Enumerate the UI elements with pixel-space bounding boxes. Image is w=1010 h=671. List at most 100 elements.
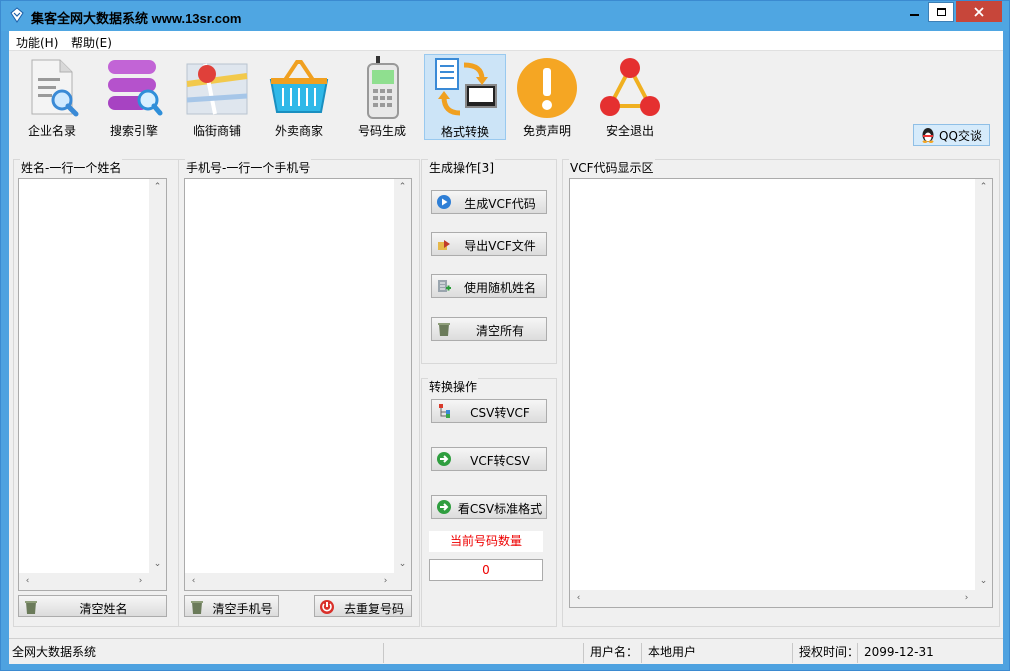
scroll-down-icon[interactable]: ⌄ bbox=[975, 573, 992, 590]
title-bar[interactable]: 集客全网大数据系统 www.13sr.com bbox=[1, 1, 1009, 31]
trash-icon bbox=[25, 601, 37, 614]
arrow-right-icon bbox=[437, 500, 451, 514]
list-add-icon bbox=[438, 280, 451, 292]
scroll-down-icon[interactable]: ⌄ bbox=[149, 556, 166, 573]
phones-panel-title: 手机号-一行一个手机号 bbox=[185, 159, 312, 176]
csv-to-vcf-button[interactable]: CSV转VCF bbox=[431, 399, 547, 423]
minimize-icon bbox=[909, 13, 919, 16]
qq-chat-button[interactable]: QQ交谈 bbox=[913, 124, 990, 146]
document-search-icon bbox=[31, 59, 79, 117]
trash-icon bbox=[191, 601, 203, 614]
tool-label: 安全退出 bbox=[605, 124, 654, 138]
tool-format-convert[interactable]: 格式转换 bbox=[424, 54, 506, 140]
database-search-icon bbox=[108, 60, 163, 116]
vcf-vertical-scrollbar[interactable]: ⌃ ⌄ bbox=[975, 179, 992, 590]
scroll-corner bbox=[975, 590, 992, 607]
names-horizontal-scrollbar[interactable]: ‹ › bbox=[19, 573, 149, 590]
number-count-value: 0 bbox=[429, 559, 543, 581]
dedupe-phones-button[interactable]: 去重复号码 bbox=[314, 595, 412, 617]
export-vcf-button[interactable]: 导出VCF文件 bbox=[431, 232, 547, 256]
tool-search-engine[interactable]: 搜索引擎 bbox=[93, 54, 175, 140]
status-user-value: 本地用户 bbox=[641, 643, 696, 663]
toolbar: 企业名录 搜索引擎 临街商铺 外卖商家 号码生成 格式转换 免责声明 安全退出 bbox=[9, 51, 1003, 151]
names-textarea[interactable]: ⌃ ⌄ ‹ › bbox=[18, 178, 167, 591]
scroll-up-icon[interactable]: ⌃ bbox=[975, 179, 992, 196]
names-vertical-scrollbar[interactable]: ⌃ ⌄ bbox=[149, 179, 166, 573]
power-icon bbox=[320, 600, 334, 614]
tool-number-generator[interactable]: 号码生成 bbox=[341, 54, 423, 140]
app-logo-icon bbox=[10, 7, 24, 23]
window-title: 集客全网大数据系统 www.13sr.com bbox=[31, 11, 242, 26]
close-button[interactable] bbox=[956, 1, 1002, 22]
csv-to-vcf-label: CSV转VCF bbox=[470, 406, 530, 420]
map-pin-icon bbox=[186, 63, 248, 115]
vcf-code-textarea[interactable]: ⌃ ⌄ ‹ › bbox=[569, 178, 993, 608]
generate-vcf-button[interactable]: 生成VCF代码 bbox=[431, 190, 547, 214]
tool-exit[interactable]: 安全退出 bbox=[589, 54, 671, 140]
status-user-label: 用户名： bbox=[583, 643, 638, 663]
scroll-corner bbox=[394, 573, 411, 590]
number-count-label: 当前号码数量 bbox=[429, 531, 543, 552]
tool-disclaimer[interactable]: 免责声明 bbox=[506, 54, 588, 140]
export-icon bbox=[438, 240, 450, 250]
names-panel: 姓名-一行一个姓名 ⌃ ⌄ ‹ › 清空姓名 bbox=[13, 159, 180, 627]
scroll-up-icon[interactable]: ⌃ bbox=[149, 179, 166, 196]
tool-street-shops[interactable]: 临街商铺 bbox=[176, 54, 258, 140]
qq-penguin-icon bbox=[922, 128, 934, 143]
trash-icon bbox=[438, 323, 450, 336]
clear-all-button[interactable]: 清空所有 bbox=[431, 317, 547, 341]
scroll-left-icon[interactable]: ‹ bbox=[185, 573, 202, 590]
tool-label: 号码生成 bbox=[357, 124, 406, 138]
clear-names-button[interactable]: 清空姓名 bbox=[18, 595, 167, 617]
tool-label: 免责声明 bbox=[522, 124, 571, 138]
tool-label: 搜索引擎 bbox=[109, 124, 158, 138]
tree-icon bbox=[439, 404, 450, 418]
tool-company-directory[interactable]: 企业名录 bbox=[11, 54, 93, 140]
phones-vertical-scrollbar[interactable]: ⌃ ⌄ bbox=[394, 179, 411, 573]
scroll-corner bbox=[149, 573, 166, 590]
scroll-up-icon[interactable]: ⌃ bbox=[394, 179, 411, 196]
scroll-left-icon[interactable]: ‹ bbox=[19, 573, 36, 590]
network-icon bbox=[600, 58, 660, 116]
scroll-right-icon[interactable]: › bbox=[132, 573, 149, 590]
convert-icon bbox=[435, 58, 497, 116]
menu-bar: 功能(H) 帮助(E) bbox=[9, 31, 1003, 51]
tool-label: 格式转换 bbox=[440, 125, 489, 139]
maximize-icon bbox=[936, 8, 946, 16]
app-window: 集客全网大数据系统 www.13sr.com 功能(H) 帮助(E) 企业名录 … bbox=[0, 0, 1010, 671]
convert-panel-title: 转换操作 bbox=[428, 378, 479, 395]
names-panel-title: 姓名-一行一个姓名 bbox=[20, 159, 123, 176]
status-app-name: 全网大数据系统 bbox=[12, 645, 97, 659]
minimize-button[interactable] bbox=[901, 1, 927, 22]
view-csv-format-button[interactable]: 看CSV标准格式 bbox=[431, 495, 547, 519]
scroll-right-icon[interactable]: › bbox=[958, 590, 975, 607]
vcf-to-csv-button[interactable]: VCF转CSV bbox=[431, 447, 547, 471]
vcf-horizontal-scrollbar[interactable]: ‹ › bbox=[570, 590, 975, 607]
client-area: 功能(H) 帮助(E) 企业名录 搜索引擎 临街商铺 外卖商家 号码生成 格式转… bbox=[9, 31, 1003, 664]
maximize-button[interactable] bbox=[928, 2, 954, 22]
basket-icon bbox=[269, 60, 329, 113]
vcf-panel-title: VCF代码显示区 bbox=[569, 159, 655, 176]
phones-horizontal-scrollbar[interactable]: ‹ › bbox=[185, 573, 394, 590]
random-names-button[interactable]: 使用随机姓名 bbox=[431, 274, 547, 298]
random-names-label: 使用随机姓名 bbox=[463, 281, 536, 295]
clear-names-label: 清空姓名 bbox=[79, 602, 128, 616]
generate-vcf-label: 生成VCF代码 bbox=[464, 197, 536, 211]
status-spacer bbox=[383, 643, 583, 663]
menu-function[interactable]: 功能(H) bbox=[16, 34, 58, 51]
scroll-left-icon[interactable]: ‹ bbox=[570, 590, 587, 607]
clear-phones-button[interactable]: 清空手机号 bbox=[184, 595, 279, 617]
export-vcf-label: 导出VCF文件 bbox=[464, 239, 536, 253]
status-auth-value: 2099-12-31 bbox=[857, 643, 934, 663]
scroll-right-icon[interactable]: › bbox=[377, 573, 394, 590]
warning-icon bbox=[517, 58, 577, 118]
phones-panel: 手机号-一行一个手机号 ⌃ ⌄ ‹ › 清空手机号 去重复号码 bbox=[178, 159, 420, 627]
tool-label: 外卖商家 bbox=[274, 124, 323, 138]
phones-textarea[interactable]: ⌃ ⌄ ‹ › bbox=[184, 178, 412, 591]
phone-icon bbox=[367, 56, 399, 119]
tool-takeout-merchants[interactable]: 外卖商家 bbox=[258, 54, 340, 140]
status-auth-label: 授权时间： bbox=[792, 643, 859, 663]
scroll-down-icon[interactable]: ⌄ bbox=[394, 556, 411, 573]
menu-help[interactable]: 帮助(E) bbox=[71, 34, 112, 51]
play-icon bbox=[437, 195, 451, 209]
